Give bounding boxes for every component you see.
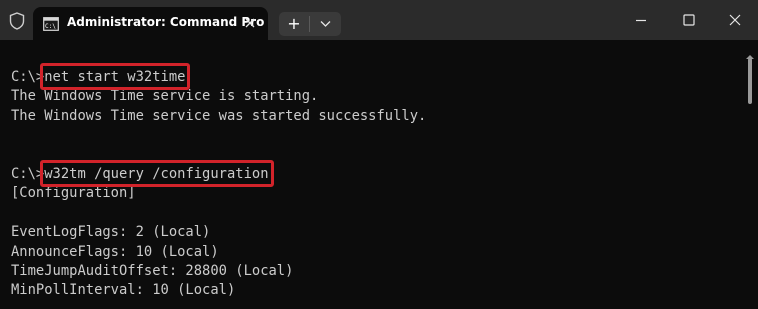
title-bar[interactable]: C:\ Administrator: Command Pro + — [0, 0, 758, 41]
shield-icon — [9, 12, 25, 30]
tab-command-prompt[interactable]: C:\ Administrator: Command Pro — [33, 7, 268, 41]
close-icon — [729, 14, 741, 26]
command-text: net start w32time — [40, 63, 191, 91]
terminal-output[interactable]: C:\>net start w32time The Windows Time se… — [11, 63, 427, 301]
svg-text:C:\: C:\ — [45, 23, 56, 30]
terminal-window: C:\ Administrator: Command Pro + C:\>net… — [0, 0, 758, 309]
minimize-icon — [636, 19, 646, 22]
output-line: [Configuration] — [11, 185, 136, 202]
new-tab-button[interactable]: + — [279, 12, 309, 36]
prompt: C:\> — [11, 69, 45, 85]
new-tab-group: + — [279, 12, 341, 36]
maximize-icon — [683, 14, 695, 26]
maximize-button[interactable] — [681, 12, 697, 28]
chevron-down-icon — [320, 21, 331, 27]
command-label: w32tm /query /configuration — [44, 165, 269, 182]
prompt: C:\> — [11, 165, 45, 182]
command-text: w32tm /query /configuration — [40, 159, 274, 188]
tab-title: Administrator: Command Pro — [67, 15, 265, 29]
output-line: The Windows Time service is starting. — [11, 88, 319, 105]
scroll-up-icon[interactable] — [745, 46, 755, 59]
profiles-dropdown-button[interactable] — [310, 12, 341, 36]
output-line: The Windows Time service was started suc… — [11, 107, 427, 124]
close-window-button[interactable] — [727, 12, 743, 28]
scrollbar-thumb[interactable] — [748, 58, 752, 104]
command-line: C:\>net start w32time — [11, 63, 426, 91]
output-line: MinPollInterval: 10 (Local) — [11, 282, 236, 299]
minimize-button[interactable] — [633, 12, 649, 28]
close-icon[interactable] — [242, 15, 258, 31]
output-line: TimeJumpAuditOffset: 28800 (Local) — [11, 262, 294, 279]
command-prompt-icon: C:\ — [43, 16, 59, 31]
command-line: C:\>w32tm /query /configuration — [11, 159, 426, 188]
output-line: AnnounceFlags: 10 (Local) — [11, 243, 219, 260]
command-label: net start w32time — [44, 69, 186, 85]
output-line: EventLogFlags: 2 (Local) — [11, 224, 211, 241]
